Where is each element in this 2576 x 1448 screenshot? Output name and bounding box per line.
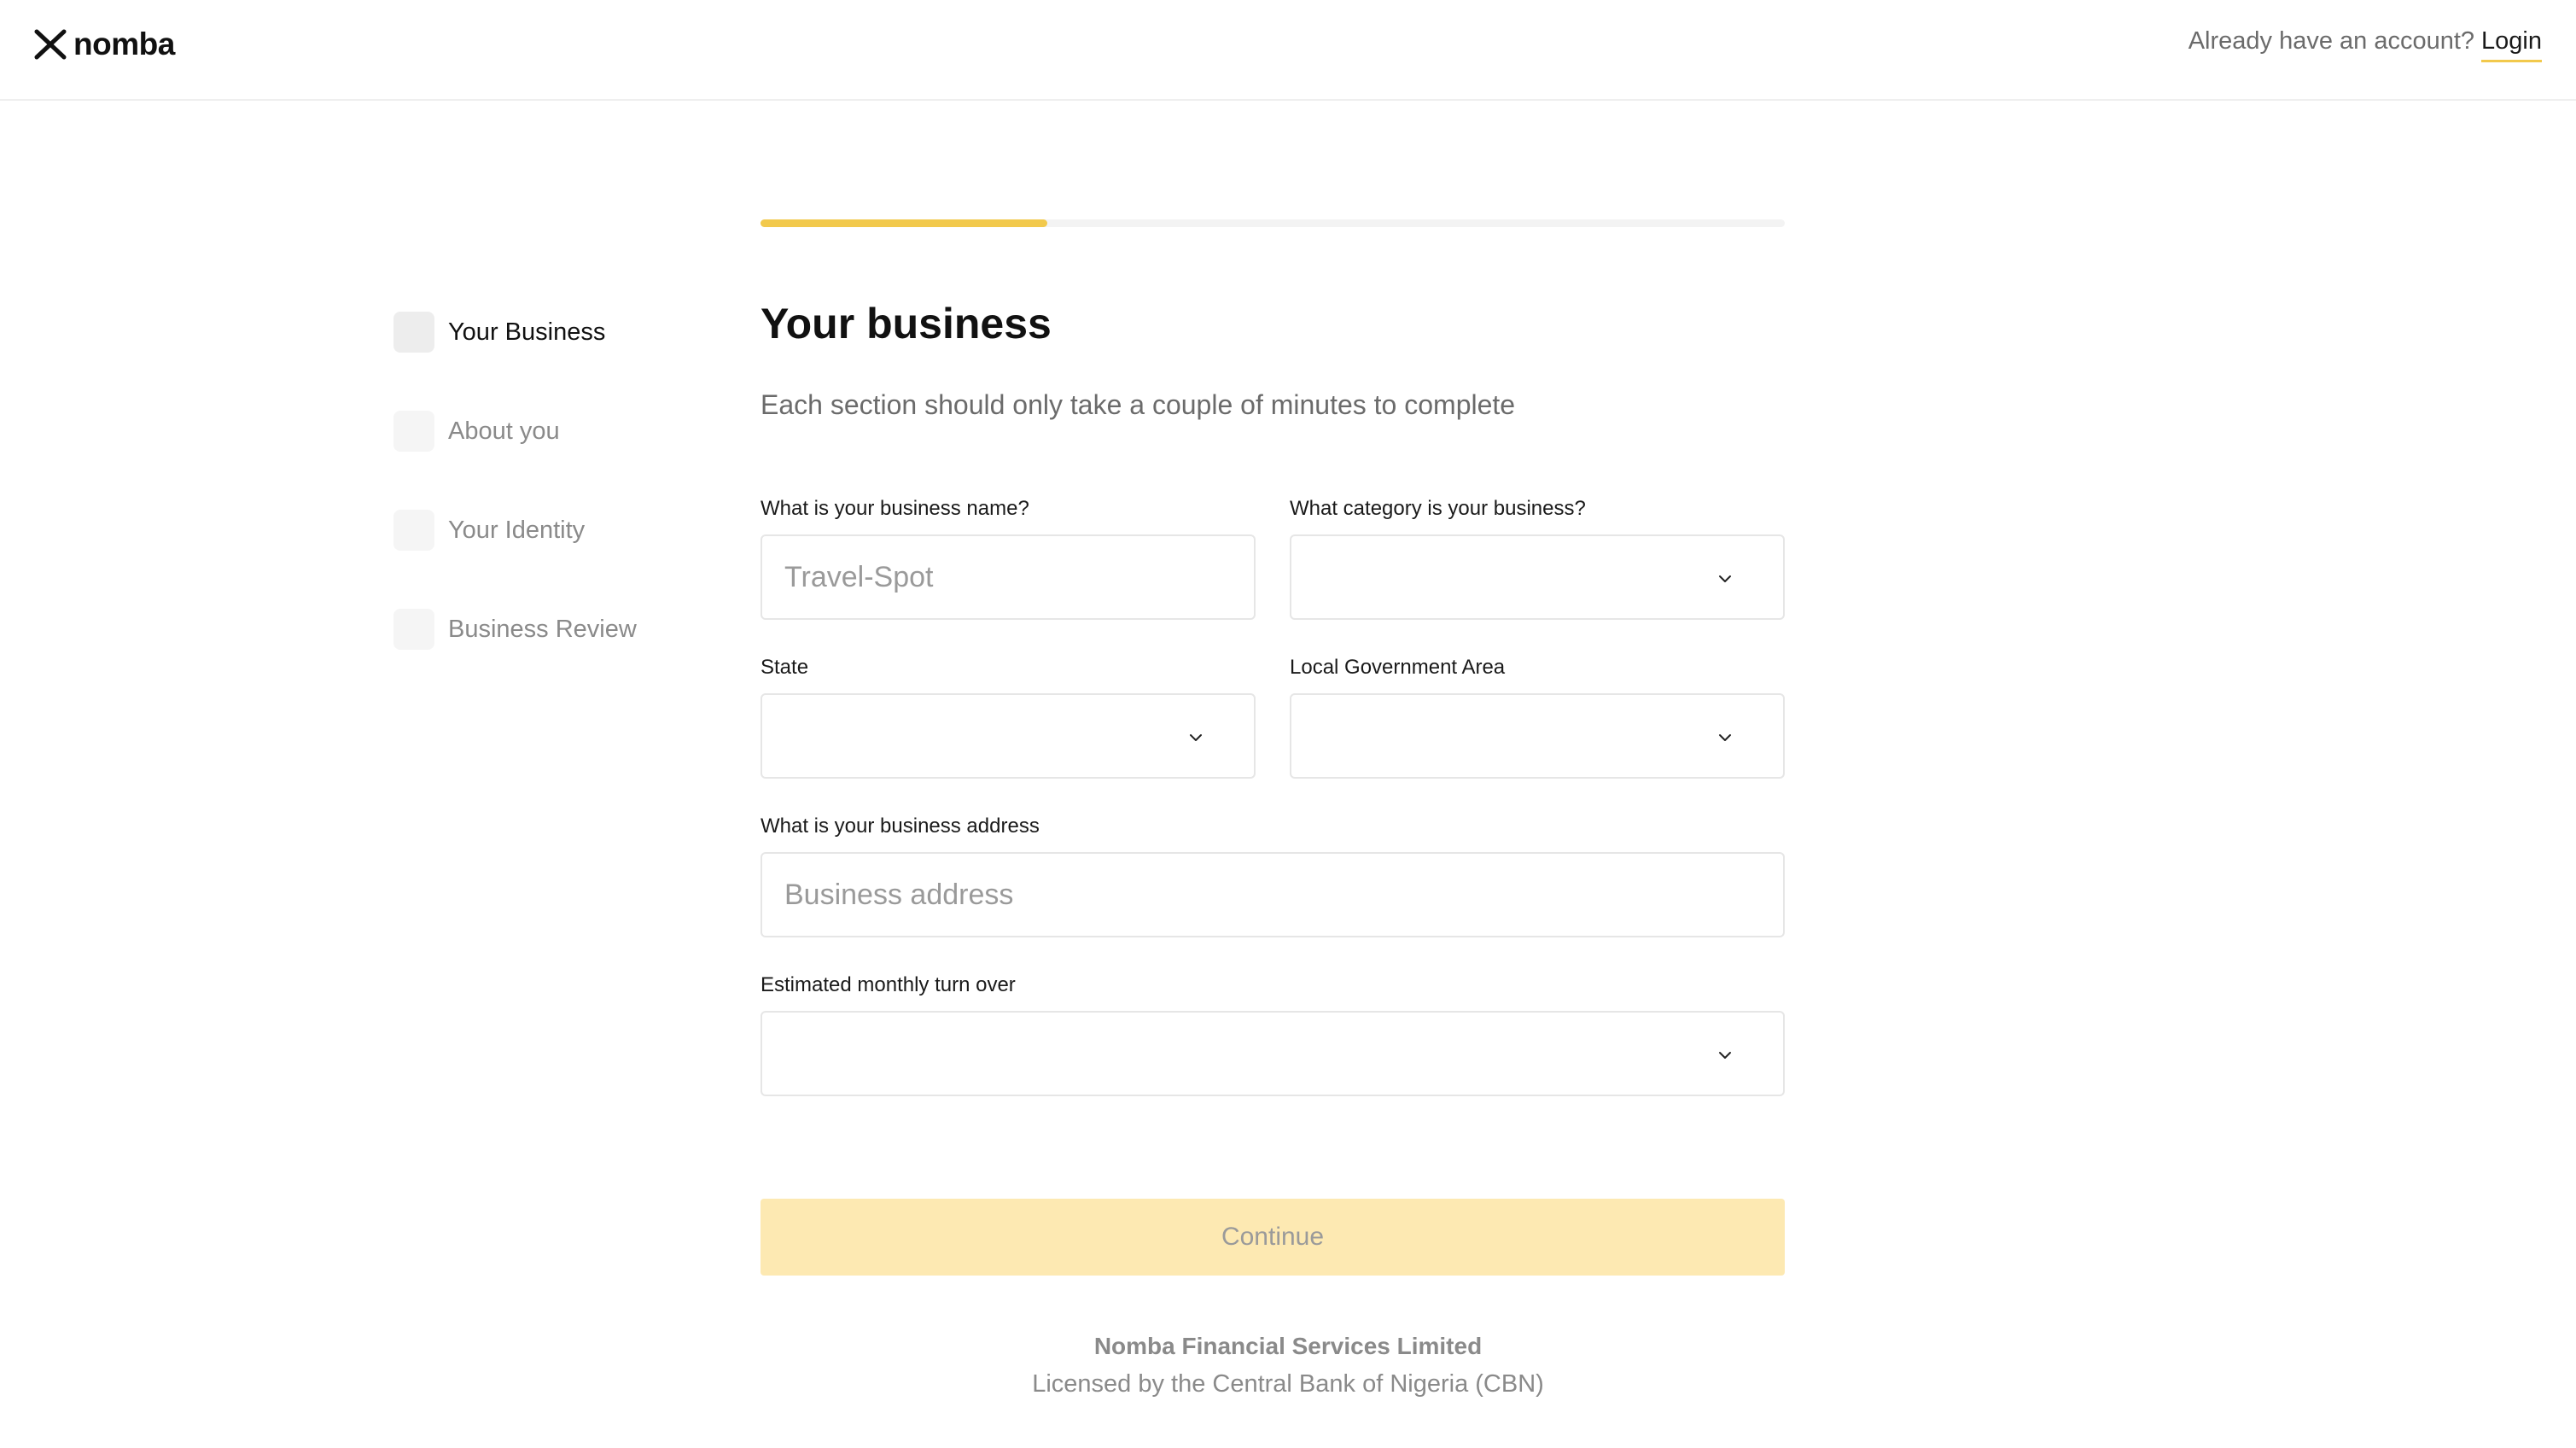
brand-name: nomba bbox=[73, 26, 175, 61]
address-label: What is your business address bbox=[761, 814, 1040, 838]
step-indicator bbox=[393, 510, 434, 551]
chevron-down-icon bbox=[1719, 734, 1731, 741]
business-address-input[interactable] bbox=[784, 878, 1761, 912]
step-sidebar: Your Business About you Your Identity Bu… bbox=[393, 311, 637, 707]
step-about-you[interactable]: About you bbox=[393, 410, 637, 452]
chevron-down-icon bbox=[1719, 1052, 1731, 1059]
business-name-label: What is your business name? bbox=[761, 497, 1029, 520]
nomba-x-logo-icon bbox=[34, 29, 67, 60]
category-label: What category is your business? bbox=[1290, 497, 1586, 520]
step-indicator bbox=[393, 411, 434, 452]
account-prompt-text: Already have an account? bbox=[2188, 27, 2475, 55]
page-title: Your business bbox=[761, 300, 1052, 347]
step-your-identity[interactable]: Your Identity bbox=[393, 509, 637, 552]
step-your-business[interactable]: Your Business bbox=[393, 311, 637, 353]
chevron-down-icon bbox=[1190, 734, 1202, 741]
footer-company: Nomba Financial Services Limited bbox=[1093, 1333, 1483, 1359]
state-label: State bbox=[761, 656, 809, 679]
footer-license: Licensed by the Central Bank of Nigeria … bbox=[1032, 1370, 1544, 1398]
account-prompt-row: Already have an account? Login bbox=[2188, 27, 2542, 62]
login-link[interactable]: Login bbox=[2481, 27, 2542, 62]
lga-select[interactable] bbox=[1290, 693, 1785, 779]
page-subtitle: Each section should only take a couple o… bbox=[761, 389, 1516, 420]
address-field bbox=[761, 852, 1785, 937]
step-label: Business Review bbox=[448, 615, 637, 643]
step-label: Your Identity bbox=[448, 516, 586, 544]
business-name-input[interactable] bbox=[784, 560, 1232, 594]
step-indicator bbox=[393, 609, 434, 650]
step-label: About you bbox=[448, 417, 560, 445]
progress-fill bbox=[761, 219, 1047, 227]
continue-button[interactable]: Continue bbox=[761, 1199, 1785, 1276]
step-label: Your Business bbox=[448, 318, 606, 346]
lga-label: Local Government Area bbox=[1290, 656, 1506, 679]
progress-track bbox=[761, 219, 1785, 227]
category-select[interactable] bbox=[1290, 534, 1785, 620]
state-select[interactable] bbox=[761, 693, 1256, 779]
brand-logo[interactable]: nomba bbox=[34, 24, 175, 65]
turnover-label: Estimated monthly turn over bbox=[761, 973, 1016, 996]
step-business-review[interactable]: Business Review bbox=[393, 608, 637, 651]
business-name-field bbox=[761, 534, 1256, 620]
step-indicator bbox=[393, 312, 434, 353]
turnover-select[interactable] bbox=[761, 1011, 1785, 1096]
chevron-down-icon bbox=[1719, 575, 1731, 582]
top-bar: nomba Already have an account? Login bbox=[0, 0, 2576, 101]
